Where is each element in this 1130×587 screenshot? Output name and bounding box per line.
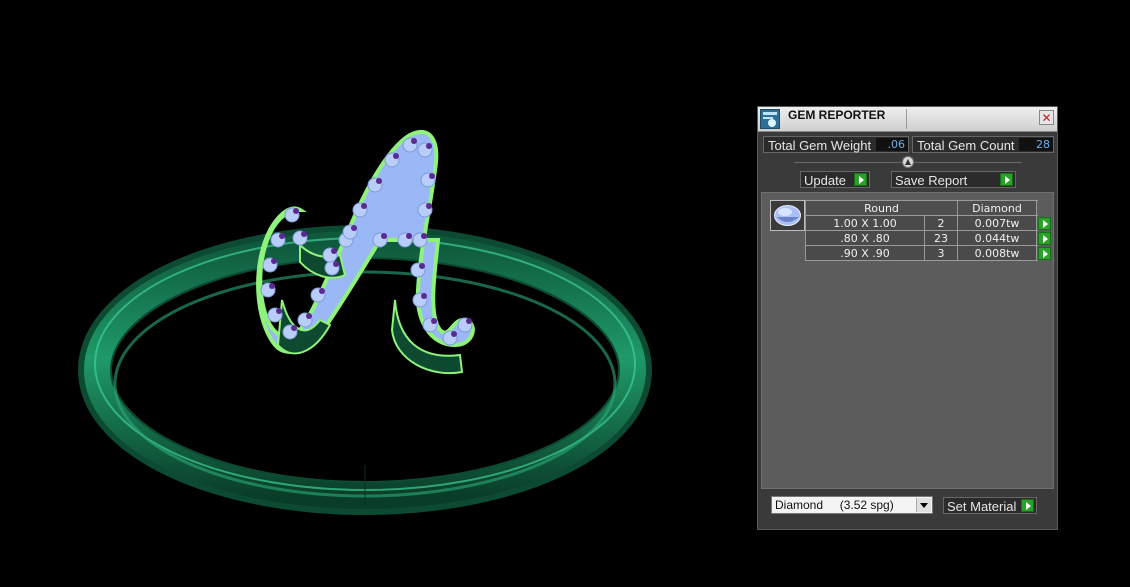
ring-model-render <box>78 129 652 515</box>
table-row: 1.00 X 1.00 2 0.007tw <box>805 215 1053 231</box>
panel-title: GEM REPORTER <box>788 108 886 122</box>
gem-count-cell: 23 <box>924 230 958 246</box>
update-button-label: Update <box>804 173 846 188</box>
gem-table: Round Diamond 1.00 X 1.00 2 0.007tw .80 … <box>805 200 1053 261</box>
gem-reporter-icon <box>760 109 780 129</box>
gem-list-area: Round Diamond 1.00 X 1.00 2 0.007tw .80 … <box>761 192 1054 489</box>
total-gem-weight-label: Total Gem Weight <box>768 138 872 153</box>
row-action[interactable] <box>1037 246 1053 261</box>
gem-weight-cell: 0.008tw <box>957 245 1037 261</box>
gem-count-cell: 2 <box>924 215 958 231</box>
gem-size-cell: .90 X .90 <box>805 245 925 261</box>
row-action[interactable] <box>1037 216 1053 231</box>
total-gem-weight: Total Gem Weight .06 <box>763 136 909 153</box>
play-arrow-icon <box>1021 499 1034 512</box>
round-gem-icon[interactable] <box>770 200 805 231</box>
total-gem-count: Total Gem Count 28 <box>912 136 1054 153</box>
update-button[interactable]: Update <box>800 171 870 188</box>
table-header: Round Diamond <box>805 200 1053 216</box>
material-header: Diamond <box>957 200 1037 216</box>
gem-size-cell: .80 X .80 <box>805 230 925 246</box>
gem-weight-cell: 0.044tw <box>957 230 1037 246</box>
play-arrow-icon <box>854 173 867 186</box>
play-arrow-icon <box>1000 173 1013 186</box>
table-row: .90 X .90 3 0.008tw <box>805 245 1053 261</box>
gem-size-cell: 1.00 X 1.00 <box>805 215 925 231</box>
title-divider <box>906 109 907 129</box>
save-report-button-label: Save Report <box>895 173 968 188</box>
close-icon[interactable]: ✕ <box>1039 110 1054 125</box>
material-select-value: Diamond (3.52 spg) <box>775 498 894 512</box>
gem-weight-cell: 0.007tw <box>957 215 1037 231</box>
total-gem-count-value: 28 <box>1019 138 1053 151</box>
panel-titlebar[interactable]: GEM REPORTER ✕ <box>758 107 1057 132</box>
3d-viewport[interactable] <box>0 0 750 584</box>
material-select[interactable]: Diamond (3.52 spg) <box>771 496 933 514</box>
play-arrow-icon[interactable] <box>1038 246 1051 260</box>
total-gem-count-label: Total Gem Count <box>917 138 1015 153</box>
shape-header: Round <box>805 200 958 216</box>
set-material-button[interactable]: Set Material <box>943 497 1037 514</box>
set-material-button-label: Set Material <box>947 499 1017 514</box>
ring-band <box>78 225 652 515</box>
play-arrow-icon[interactable] <box>1038 231 1051 245</box>
gem-reporter-panel: GEM REPORTER ✕ Total Gem Weight .06 Tota… <box>757 106 1058 530</box>
play-arrow-icon[interactable] <box>1038 216 1051 230</box>
table-row: .80 X .80 23 0.044tw <box>805 230 1053 246</box>
chevron-down-icon[interactable] <box>916 498 931 512</box>
collapse-toggle-icon[interactable]: ▲ <box>902 156 914 168</box>
total-gem-weight-value: .06 <box>876 138 908 151</box>
save-report-button[interactable]: Save Report <box>891 171 1016 188</box>
gem-count-cell: 3 <box>924 245 958 261</box>
row-action[interactable] <box>1037 231 1053 246</box>
